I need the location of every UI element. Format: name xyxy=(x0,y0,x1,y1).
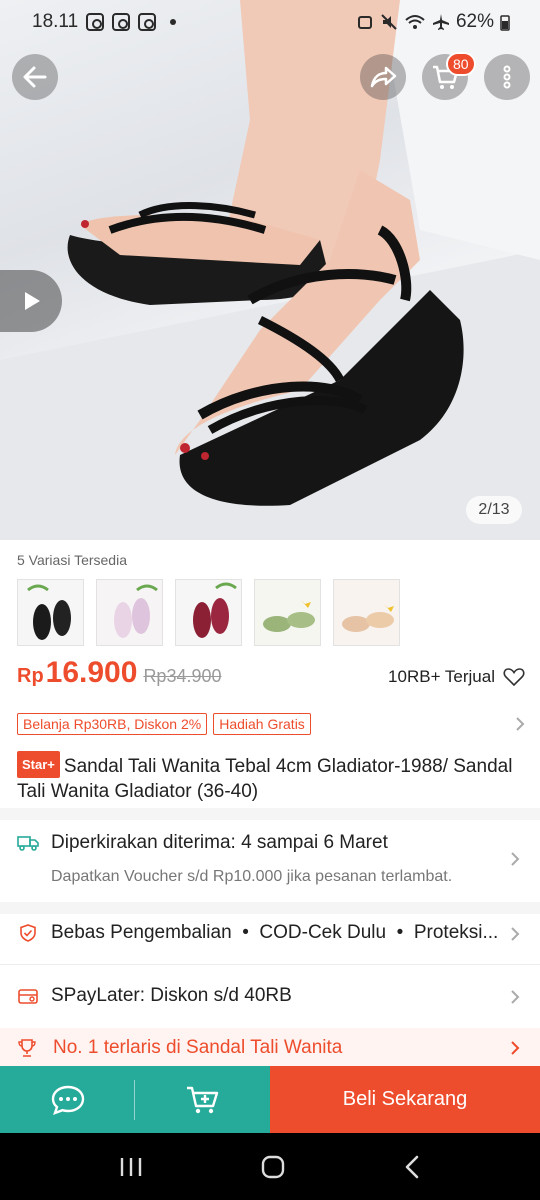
buy-now-button[interactable]: Beli Sekarang xyxy=(270,1066,540,1133)
play-video-button[interactable] xyxy=(0,270,62,332)
price-currency: Rp xyxy=(17,665,44,687)
variant-thumb-green[interactable] xyxy=(254,579,321,646)
more-notifications-icon xyxy=(170,19,177,25)
status-time: 18.11 xyxy=(32,11,79,32)
trophy-icon xyxy=(18,1039,36,1057)
promo-row[interactable]: Belanja Rp30RB, Diskon 2% Hadiah Gratis xyxy=(17,712,525,736)
variant-thumb-pink[interactable] xyxy=(96,579,163,646)
alarm-icon xyxy=(357,16,372,29)
variant-image xyxy=(97,580,162,645)
paylater-icon xyxy=(17,985,39,1007)
image-counter: 2/13 xyxy=(466,496,522,524)
truck-icon xyxy=(17,832,39,854)
arrow-left-icon xyxy=(23,66,47,88)
system-navigation-bar xyxy=(0,1133,540,1200)
variant-thumb-black[interactable] xyxy=(17,579,84,646)
battery-percent: 62% xyxy=(455,11,494,32)
home-icon[interactable] xyxy=(260,1154,286,1180)
instagram-icon xyxy=(138,13,157,31)
chevron-right-icon xyxy=(511,852,520,866)
variant-image xyxy=(334,580,399,645)
gallery-icon xyxy=(112,13,131,31)
bottom-bar-divider xyxy=(134,1080,135,1120)
original-price: Rp34.900 xyxy=(143,666,222,686)
sold-count-group: 10RB+ Terjual xyxy=(388,667,525,687)
variant-thumb-beige[interactable] xyxy=(333,579,400,646)
wifi-icon xyxy=(405,15,425,29)
more-vertical-icon xyxy=(503,65,511,89)
product-title-block: Star+ Sandal Tali Wanita Tebal 4cm Gladia… xyxy=(17,751,523,804)
variant-image xyxy=(18,580,83,645)
bottom-action-bar: Beli Sekarang xyxy=(0,1066,540,1133)
mute-icon xyxy=(381,14,397,30)
voucher-note-row: Dapatkan Voucher s/d Rp10.000 jika pesan… xyxy=(17,866,525,888)
guarantees-text: Bebas Pengembalian • COD-Cek Dulu • Prot… xyxy=(51,922,499,943)
bestseller-row[interactable]: No. 1 terlaris di Sandal Tali Wanita xyxy=(0,1028,540,1068)
chat-button[interactable] xyxy=(0,1066,135,1133)
late-voucher-note: Dapatkan Voucher s/d Rp10.000 jika pesan… xyxy=(51,868,453,885)
chevron-right-icon xyxy=(511,1041,520,1055)
cart-count-badge: 80 xyxy=(446,52,476,76)
chevron-right-icon xyxy=(511,990,520,1004)
heart-icon[interactable] xyxy=(503,667,525,687)
variants-label: 5 Variasi Tersedia xyxy=(17,552,127,568)
variant-thumbnails xyxy=(17,579,400,646)
promo-tag-discount: Belanja Rp30RB, Diskon 2% xyxy=(17,713,208,735)
bestseller-text: No. 1 terlaris di Sandal Tali Wanita xyxy=(53,1037,343,1058)
product-title: Sandal Tali Wanita Tebal 4cm Gladiator-1… xyxy=(17,756,513,802)
section-divider xyxy=(0,808,540,820)
variant-image xyxy=(176,580,241,645)
sold-count: 10RB+ Terjual xyxy=(388,667,495,686)
chevron-right-icon xyxy=(511,927,520,941)
recent-apps-icon[interactable] xyxy=(118,1156,144,1178)
battery-icon xyxy=(500,15,510,31)
delivery-estimate: Diperkirakan diterima: 4 sampai 6 Maret xyxy=(51,832,388,853)
shipping-row[interactable]: Diperkirakan diterima: 4 sampai 6 Maret xyxy=(17,830,525,856)
guarantees-row[interactable]: Bebas Pengembalian • COD-Cek Dulu • Prot… xyxy=(17,920,525,946)
section-divider xyxy=(0,902,540,914)
instagram-icon xyxy=(86,13,105,31)
back-nav-icon[interactable] xyxy=(402,1154,422,1180)
chevron-right-icon xyxy=(516,717,525,731)
product-image-gallery[interactable]: 18.11 62% 80 2/13 xyxy=(0,0,540,540)
star-plus-badge: Star+ xyxy=(17,751,60,778)
add-to-cart-button[interactable] xyxy=(135,1066,270,1133)
price-value: 16.900 xyxy=(45,656,138,689)
back-button[interactable] xyxy=(12,54,58,100)
variant-image xyxy=(255,580,320,645)
add-cart-icon xyxy=(186,1086,218,1113)
airplane-icon xyxy=(432,14,449,30)
row-divider xyxy=(0,964,540,965)
more-options-button[interactable] xyxy=(484,54,530,100)
promo-tag-gift: Hadiah Gratis xyxy=(213,713,311,735)
paylater-text: SPayLater: Diskon s/d 40RB xyxy=(51,985,292,1006)
price-row: Rp 16.900 Rp34.900 10RB+ Terjual xyxy=(17,656,525,700)
variant-thumb-maroon[interactable] xyxy=(175,579,242,646)
share-button[interactable] xyxy=(360,54,406,100)
status-bar: 18.11 62% xyxy=(0,0,540,44)
chat-icon xyxy=(51,1085,84,1115)
play-icon xyxy=(25,292,40,310)
paylater-row[interactable]: SPayLater: Diskon s/d 40RB xyxy=(17,983,525,1009)
shield-icon xyxy=(17,922,39,944)
share-icon xyxy=(370,66,397,88)
